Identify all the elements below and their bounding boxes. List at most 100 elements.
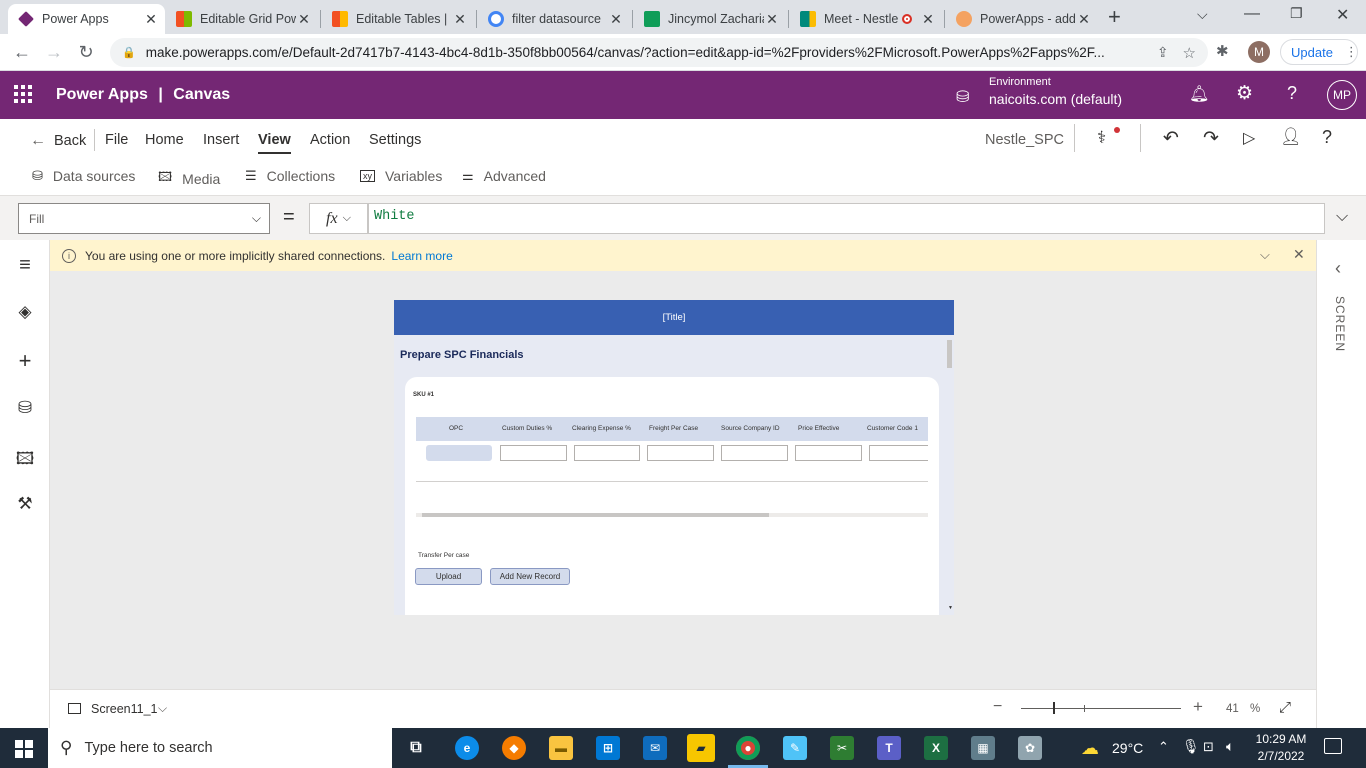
menu-home[interactable]: Home bbox=[145, 132, 184, 148]
variables-button[interactable]: xy Variables bbox=[360, 168, 442, 184]
close-window-icon[interactable]: ✕ bbox=[1336, 5, 1349, 25]
fx-function-button[interactable]: fx ⌵ bbox=[309, 203, 368, 234]
chevron-down-icon[interactable]: ⌵ bbox=[158, 701, 167, 716]
weather-cloud-sun-icon[interactable]: ☁ bbox=[1081, 738, 1099, 759]
restore-window-icon[interactable]: ❐ bbox=[1290, 5, 1303, 22]
media-icon[interactable]: 🖾 bbox=[14, 446, 36, 475]
screen-panel-label[interactable]: SCREEN bbox=[1333, 296, 1347, 352]
page-heading[interactable]: Prepare SPC Financials bbox=[400, 349, 524, 361]
notifications-bell-icon[interactable]: 🔔︎ bbox=[1189, 84, 1209, 104]
back-button[interactable]: ← Back bbox=[30, 132, 86, 150]
expand-notice-chevron-icon[interactable]: ⌵ bbox=[1260, 247, 1270, 263]
browser-tab-powerapps-add[interactable]: PowerApps - add ✕ bbox=[946, 4, 1098, 34]
help-icon[interactable]: ? bbox=[1287, 83, 1297, 104]
power-automate-icon[interactable]: ✂ bbox=[830, 736, 854, 760]
screen-selector[interactable]: Screen11_1 bbox=[91, 702, 158, 716]
hamburger-menu-icon[interactable]: ≡ bbox=[14, 254, 36, 277]
microphone-icon[interactable]: 🎙︎ bbox=[1182, 738, 1200, 755]
close-tab-icon[interactable]: ✕ bbox=[296, 11, 312, 28]
price-effective-input[interactable] bbox=[795, 445, 862, 461]
user-avatar[interactable]: MP bbox=[1327, 80, 1357, 110]
upload-button[interactable]: Upload bbox=[415, 568, 482, 585]
browser-tab-jincymol[interactable]: Jincymol Zacharia ✕ bbox=[634, 4, 786, 34]
learn-more-link[interactable]: Learn more bbox=[391, 249, 452, 263]
zoom-slider-thumb[interactable] bbox=[1053, 702, 1055, 714]
preview-play-icon[interactable]: ▷ bbox=[1243, 128, 1255, 148]
brave-browser-icon[interactable]: ◆ bbox=[502, 736, 526, 760]
app-checker-stethoscope-icon[interactable]: ⚕ bbox=[1097, 128, 1106, 148]
sticky-notes-icon[interactable]: ▰ bbox=[687, 734, 715, 762]
property-dropdown[interactable]: Fill ⌵ bbox=[18, 203, 270, 234]
redo-icon[interactable]: ↷ bbox=[1203, 127, 1219, 150]
calculator-icon[interactable]: ▦ bbox=[971, 736, 995, 760]
file-explorer-icon[interactable]: ▬ bbox=[549, 736, 573, 760]
snipping-tool-icon[interactable]: ✎ bbox=[783, 736, 807, 760]
windows-start-icon[interactable] bbox=[15, 740, 33, 758]
tab-search-chevron-icon[interactable]: ⌵ bbox=[1197, 6, 1208, 23]
profile-avatar[interactable]: M bbox=[1248, 41, 1270, 63]
share-icon[interactable]: ⇪ bbox=[1157, 44, 1169, 61]
system-clock[interactable]: 10:29 AM 2/7/2022 bbox=[1252, 731, 1310, 765]
close-tab-icon[interactable]: ✕ bbox=[1076, 11, 1092, 28]
collections-button[interactable]: ☰ Collections bbox=[245, 168, 335, 184]
media-button[interactable]: 🖾 Media bbox=[158, 168, 220, 190]
address-bar[interactable]: 🔒 make.powerapps.com/e/Default-2d7417b7-… bbox=[110, 38, 1208, 67]
dismiss-notice-close-icon[interactable]: ✕ bbox=[1293, 246, 1305, 263]
menu-action[interactable]: Action bbox=[310, 132, 350, 148]
source-company-id-input[interactable] bbox=[721, 445, 788, 461]
microsoft-store-icon[interactable]: ⊞ bbox=[596, 736, 620, 760]
settings-gear-icon[interactable]: ⚙ bbox=[1236, 82, 1253, 105]
excel-icon[interactable]: X bbox=[924, 736, 948, 760]
insert-plus-icon[interactable]: + bbox=[14, 348, 36, 374]
edge-browser-icon[interactable]: e bbox=[455, 736, 479, 760]
screen-scrollbar-thumb[interactable] bbox=[947, 340, 952, 368]
menu-file[interactable]: File bbox=[105, 132, 128, 148]
paint-icon[interactable]: ✿ bbox=[1018, 736, 1042, 760]
customer-code-input[interactable] bbox=[869, 445, 928, 461]
custom-duties-input[interactable] bbox=[500, 445, 567, 461]
opc-cell[interactable] bbox=[426, 445, 492, 461]
taskbar-search-box[interactable]: ⚲ Type here to search bbox=[48, 728, 392, 768]
browser-tab-filter-datasource[interactable]: filter datasource ✕ bbox=[478, 4, 630, 34]
data-cylinder-icon[interactable]: ⛁ bbox=[14, 398, 36, 418]
zoom-in-plus-icon[interactable]: + bbox=[1193, 697, 1203, 717]
fit-to-window-expand-icon[interactable]: ⤢ bbox=[1279, 699, 1291, 716]
close-tab-icon[interactable]: ✕ bbox=[764, 11, 780, 28]
undo-icon[interactable]: ↶ bbox=[1163, 127, 1179, 150]
minimize-window-icon[interactable]: — bbox=[1244, 5, 1260, 23]
app-launcher-waffle-icon[interactable] bbox=[14, 85, 32, 103]
close-tab-icon[interactable]: ✕ bbox=[452, 11, 468, 28]
help-question-icon[interactable]: ? bbox=[1322, 127, 1332, 148]
advanced-tools-icon[interactable]: ⚒ bbox=[14, 494, 36, 514]
temperature-readout[interactable]: 29°C bbox=[1112, 740, 1143, 756]
close-tab-icon[interactable]: ✕ bbox=[920, 11, 936, 28]
volume-speaker-icon[interactable]: 🔈︎ bbox=[1226, 738, 1234, 755]
back-arrow-icon[interactable]: ← bbox=[11, 42, 33, 63]
notification-center-icon[interactable] bbox=[1324, 738, 1342, 754]
add-new-record-button[interactable]: Add New Record bbox=[490, 568, 570, 585]
new-tab-icon[interactable]: + bbox=[1108, 4, 1121, 30]
clearing-expense-input[interactable] bbox=[574, 445, 640, 461]
freight-per-case-input[interactable] bbox=[647, 445, 714, 461]
browser-tab-power-apps[interactable]: Power Apps ✕ bbox=[8, 4, 165, 34]
data-sources-button[interactable]: ⛁ Data sources bbox=[32, 168, 135, 184]
menu-insert[interactable]: Insert bbox=[203, 132, 239, 148]
tree-view-layers-icon[interactable]: ◈ bbox=[14, 302, 36, 322]
grid-scrollbar-thumb[interactable] bbox=[422, 513, 769, 517]
extensions-puzzle-icon[interactable]: ✱ bbox=[1216, 42, 1229, 60]
mail-envelope-icon[interactable]: ✉ bbox=[643, 736, 667, 760]
expand-formula-chevron-icon[interactable]: ⌵ bbox=[1336, 208, 1348, 226]
menu-view[interactable]: View bbox=[258, 132, 291, 154]
close-tab-icon[interactable]: ✕ bbox=[608, 11, 624, 28]
browser-tab-meet[interactable]: Meet - Nestle ✕ bbox=[790, 4, 942, 34]
zoom-slider-track[interactable] bbox=[1021, 708, 1181, 709]
task-view-icon[interactable]: ⧉ bbox=[404, 736, 428, 760]
environment-picker[interactable]: naicoits.com (default) bbox=[989, 91, 1122, 107]
show-hidden-icons-chevron-icon[interactable]: ⌃ bbox=[1158, 739, 1169, 755]
close-tab-icon[interactable]: ✕ bbox=[143, 11, 159, 28]
chrome-browser-icon[interactable]: ● bbox=[736, 736, 760, 760]
browser-tab-editable-grid[interactable]: Editable Grid Pow ✕ bbox=[166, 4, 318, 34]
browser-tab-editable-tables[interactable]: Editable Tables | ✕ bbox=[322, 4, 474, 34]
bookmark-star-icon[interactable]: ☆ bbox=[1183, 44, 1196, 62]
app-title[interactable]: Nestle_SPC bbox=[985, 132, 1064, 148]
